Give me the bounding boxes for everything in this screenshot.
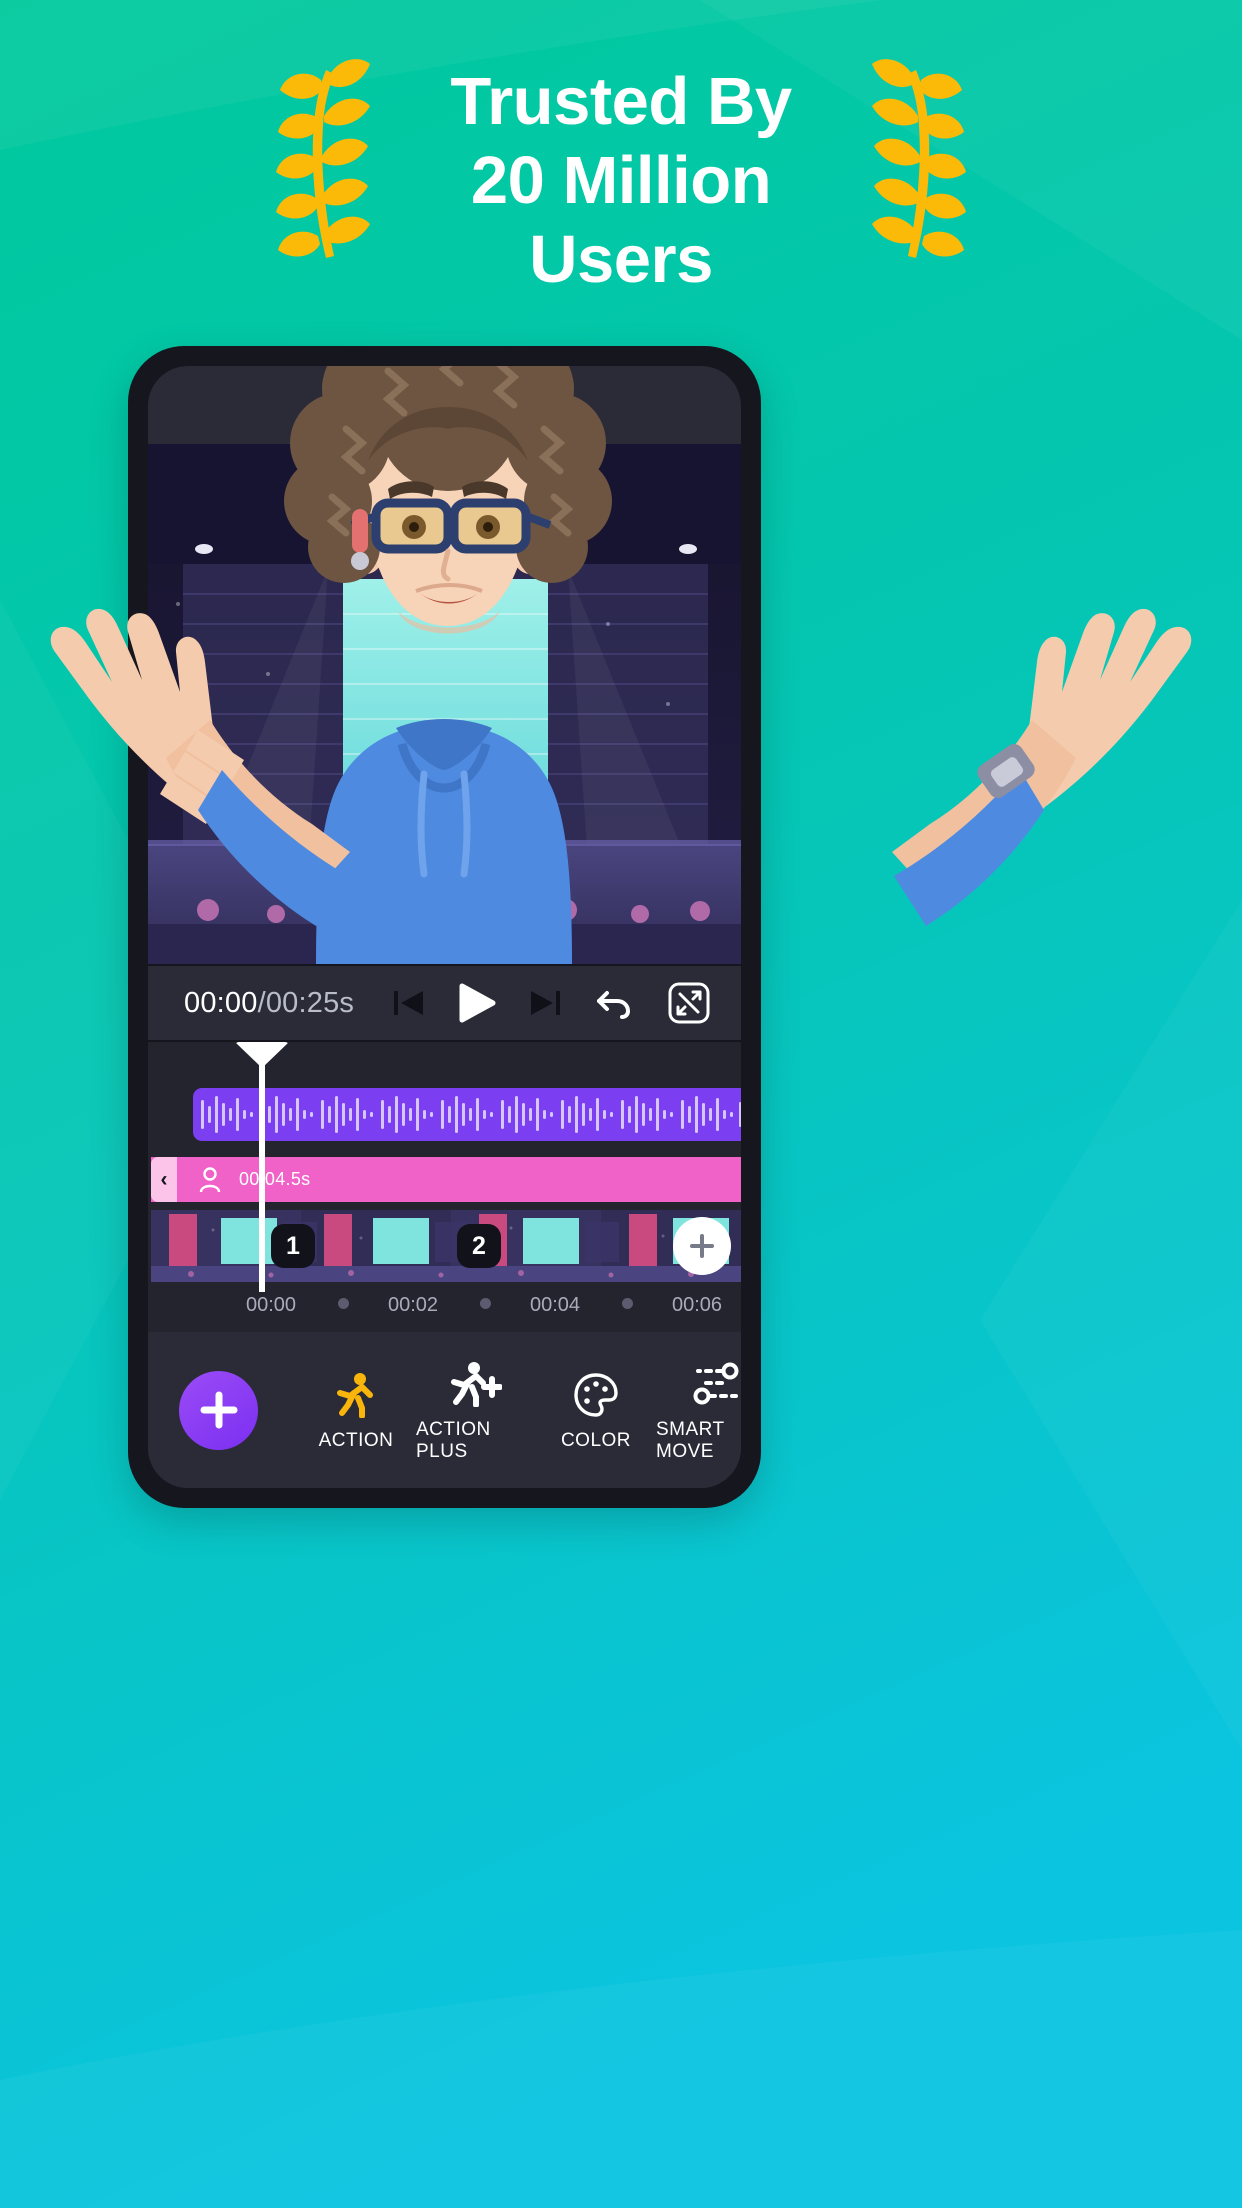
current-time: 00:00	[184, 986, 258, 1019]
total-time: 00:25s	[265, 986, 355, 1019]
toolbar-label: SMART MOVE	[656, 1418, 725, 1462]
audio-track[interactable]	[193, 1088, 741, 1141]
add-clip-button[interactable]	[673, 1217, 731, 1275]
page-title: Trusted By 20 Million Users	[386, 58, 856, 299]
undo-button[interactable]	[595, 985, 633, 1021]
ruler-dot	[480, 1298, 491, 1309]
thumbnail-strip[interactable]	[151, 1210, 741, 1282]
toolbar-label: ACTION PLUS	[416, 1418, 491, 1462]
scene-badge[interactable]: 2	[457, 1224, 501, 1268]
laurel-right-icon	[872, 59, 966, 258]
plus-icon	[690, 1234, 714, 1258]
next-frame-button[interactable]	[528, 988, 562, 1018]
play-icon	[459, 983, 496, 1023]
running-person-plus-icon	[450, 1358, 502, 1410]
playhead[interactable]	[235, 1042, 289, 1292]
ruler-tick: 00:02	[388, 1293, 439, 1316]
character-head	[284, 366, 612, 634]
player-timecode: 00:00/00:25s	[184, 987, 354, 1020]
running-person-icon	[334, 1369, 378, 1421]
fullscreen-button[interactable]	[667, 981, 711, 1025]
toolbar-item-smart-move[interactable]: SMART MOVE	[656, 1358, 741, 1463]
headline-banner: Trusted By 20 Million Users	[0, 58, 1242, 308]
headline-line-2: 20 Million	[470, 143, 772, 219]
fullscreen-icon	[668, 982, 710, 1024]
previous-frame-button[interactable]	[392, 988, 426, 1018]
toolbar-item-color[interactable]: COLOR	[536, 1369, 656, 1452]
ruler-tick: 00:04	[530, 1293, 581, 1316]
time-ruler: 00:00 00:02 00:04 00:06	[148, 1285, 741, 1325]
time-separator: /	[257, 986, 266, 1019]
ruler-tick: 00:00	[246, 1293, 297, 1316]
phone-screen: 00:00/00:25s ‹ 00:04.5s 1 2 00:00 00:02 …	[148, 366, 741, 1488]
bottom-toolbar: ACTION ACTION PLUS COLOR SMART MOVE	[148, 1332, 741, 1488]
toolbar-item-action-plus[interactable]: ACTION PLUS	[416, 1358, 536, 1463]
character-clip[interactable]: ‹ 00:04.5s	[151, 1157, 741, 1202]
playhead-handle[interactable]	[235, 1042, 289, 1068]
toolbar-item-action[interactable]: ACTION	[296, 1369, 416, 1452]
skip-previous-icon	[394, 991, 424, 1015]
ruler-dot	[338, 1298, 349, 1309]
add-button[interactable]	[179, 1370, 258, 1450]
player-controls: 00:00/00:25s	[148, 964, 741, 1042]
skip-next-icon	[531, 991, 561, 1015]
toolbar-label: COLOR	[560, 1429, 632, 1451]
audio-waveform	[201, 1096, 741, 1133]
toolbar-label: ACTION	[318, 1429, 394, 1451]
undo-icon	[597, 991, 631, 1019]
timeline-panel[interactable]: ‹ 00:04.5s 1 2 00:00 00:02 00:04 00:06	[148, 1042, 741, 1332]
play-button[interactable]	[458, 983, 496, 1023]
person-icon	[199, 1166, 221, 1193]
ruler-dot	[622, 1298, 633, 1309]
phone-mockup: 00:00/00:25s ‹ 00:04.5s 1 2 00:00 00:02 …	[128, 346, 761, 1508]
clip-duration-label: 00:04.5s	[239, 1169, 311, 1189]
plus-icon	[200, 1391, 237, 1429]
headline-line-3: Users	[529, 222, 713, 298]
laurel-left-icon	[276, 59, 370, 258]
motion-path-icon	[692, 1358, 740, 1410]
scene-badge[interactable]: 1	[271, 1224, 315, 1268]
clip-left-handle[interactable]: ‹	[151, 1157, 177, 1202]
palette-icon	[573, 1369, 619, 1421]
headline-line-1: Trusted By	[450, 64, 792, 139]
ruler-tick: 00:06	[672, 1293, 723, 1316]
